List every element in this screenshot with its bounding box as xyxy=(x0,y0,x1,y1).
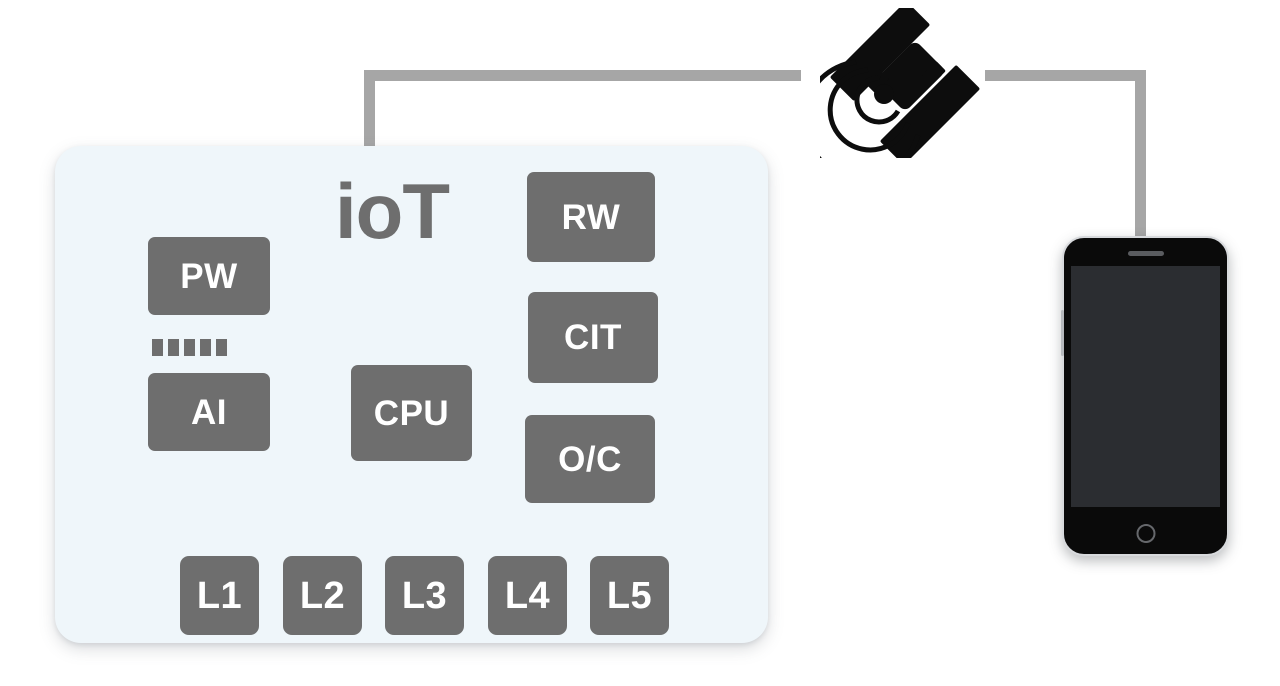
connector-phone-horizontal xyxy=(985,70,1146,81)
separator-dot xyxy=(168,339,179,356)
module-l1-label: L1 xyxy=(196,574,243,617)
phone-screen[interactable] xyxy=(1071,266,1220,507)
module-rw[interactable]: RW xyxy=(527,172,655,262)
connector-iot-horizontal xyxy=(364,70,801,81)
home-button[interactable] xyxy=(1136,524,1155,543)
module-l1[interactable]: L1 xyxy=(180,556,259,635)
module-cit[interactable]: CIT xyxy=(528,292,658,383)
iot-card-title: ioT xyxy=(335,167,450,255)
module-oc-label: O/C xyxy=(558,439,622,479)
module-l5-label: L5 xyxy=(606,574,653,617)
separator-dot xyxy=(152,339,163,356)
module-ai-label: AI xyxy=(191,392,227,432)
satellite-icon xyxy=(801,1,990,181)
module-l2[interactable]: L2 xyxy=(283,556,362,635)
volume-button[interactable] xyxy=(1061,310,1064,356)
separator-dot xyxy=(184,339,195,356)
module-l3[interactable]: L3 xyxy=(385,556,464,635)
module-l5[interactable]: L5 xyxy=(590,556,669,635)
module-cit-label: CIT xyxy=(564,318,622,357)
module-rw-label: RW xyxy=(561,197,621,237)
module-l4[interactable]: L4 xyxy=(488,556,567,635)
module-oc[interactable]: O/C xyxy=(525,415,655,503)
module-l4-label: L4 xyxy=(504,574,551,617)
separator-dot xyxy=(200,339,211,356)
module-separator-dots xyxy=(152,339,227,356)
module-pw[interactable]: PW xyxy=(148,237,270,315)
connector-phone-vertical xyxy=(1135,70,1146,250)
module-cpu[interactable]: CPU xyxy=(351,365,472,461)
diagram-canvas: ioT PW AI CPU RW CIT O/C L1 L2 L3 L4 L5 xyxy=(0,0,1280,686)
module-l2-label: L2 xyxy=(299,574,346,617)
module-pw-label: PW xyxy=(180,256,238,296)
module-ai[interactable]: AI xyxy=(148,373,270,451)
module-cpu-label: CPU xyxy=(373,393,450,433)
module-l3-label: L3 xyxy=(401,574,448,617)
separator-dot xyxy=(216,339,227,356)
smartphone-icon[interactable] xyxy=(1061,236,1229,556)
earpiece-speaker xyxy=(1127,251,1164,256)
